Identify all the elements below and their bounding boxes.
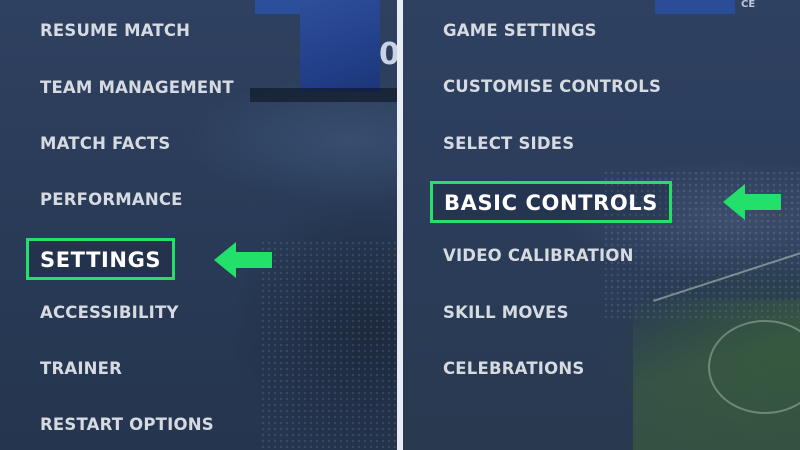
settings-submenu-panel: CE GAME SETTINGS CUSTOMISE CONTROLS SELE… [403,0,800,450]
menu-item-match-facts[interactable]: MATCH FACTS [40,132,170,156]
left-arrow-icon [723,184,781,220]
menu-item-video-calibration[interactable]: VIDEO CALIBRATION [443,244,634,268]
menu-item-restart-options[interactable]: RESTART OPTIONS [40,413,214,437]
left-arrow-icon [214,242,272,278]
pause-menu-screen: 0 RESUME MATCH TEAM MANAGEMENT MATCH FAC… [0,0,800,450]
menu-item-accessibility[interactable]: ACCESSIBILITY [40,301,179,325]
menu-item-customise-controls[interactable]: CUSTOMISE CONTROLS [443,75,661,99]
menu-item-skill-moves[interactable]: SKILL MOVES [443,301,569,325]
menu-item-select-sides[interactable]: SELECT SIDES [443,132,574,156]
menu-item-trainer[interactable]: TRAINER [40,357,122,381]
settings-menu-list: GAME SETTINGS CUSTOMISE CONTROLS SELECT … [403,0,800,450]
main-menu-list: RESUME MATCH TEAM MANAGEMENT MATCH FACTS… [0,0,397,450]
menu-item-celebrations[interactable]: CELEBRATIONS [443,357,584,381]
menu-item-team-management[interactable]: TEAM MANAGEMENT [40,76,234,100]
menu-item-resume-match[interactable]: RESUME MATCH [40,19,190,43]
menu-item-game-settings[interactable]: GAME SETTINGS [443,19,597,43]
menu-item-performance[interactable]: PERFORMANCE [40,188,183,212]
main-pause-menu-panel: 0 RESUME MATCH TEAM MANAGEMENT MATCH FAC… [0,0,397,450]
menu-item-settings[interactable]: SETTINGS [26,238,176,280]
menu-item-basic-controls[interactable]: BASIC CONTROLS [430,181,673,223]
